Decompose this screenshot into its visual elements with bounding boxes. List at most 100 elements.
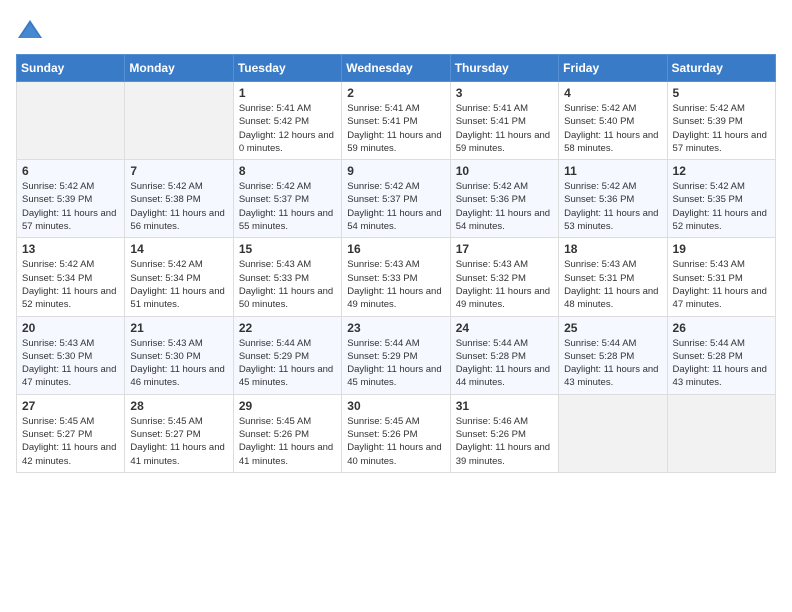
calendar-week-row: 13 Sunrise: 5:42 AM Sunset: 5:34 PM Dayli… — [17, 238, 776, 316]
calendar-day-cell: 16 Sunrise: 5:43 AM Sunset: 5:33 PM Dayli… — [342, 238, 450, 316]
calendar-day-cell: 14 Sunrise: 5:42 AM Sunset: 5:34 PM Dayli… — [125, 238, 233, 316]
calendar-day-cell: 22 Sunrise: 5:44 AM Sunset: 5:29 PM Dayli… — [233, 316, 341, 394]
weekday-header: Thursday — [450, 55, 558, 82]
day-info: Sunrise: 5:42 AM Sunset: 5:35 PM Dayligh… — [673, 180, 770, 233]
calendar-day-cell: 19Sunrise: 5:43 AM Sunset: 5:31 PM Dayli… — [667, 238, 775, 316]
day-number: 25 — [564, 321, 661, 335]
calendar-day-cell: 31Sunrise: 5:46 AM Sunset: 5:26 PM Dayli… — [450, 394, 558, 472]
weekday-header: Monday — [125, 55, 233, 82]
day-number: 14 — [130, 242, 227, 256]
logo-icon — [16, 16, 44, 44]
calendar-week-row: 6 Sunrise: 5:42 AM Sunset: 5:39 PM Daylig… — [17, 160, 776, 238]
day-number: 27 — [22, 399, 119, 413]
day-info: Sunrise: 5:46 AM Sunset: 5:26 PM Dayligh… — [456, 415, 553, 468]
day-info: Sunrise: 5:44 AM Sunset: 5:29 PM Dayligh… — [239, 337, 336, 390]
day-number: 15 — [239, 242, 336, 256]
day-info: Sunrise: 5:43 AM Sunset: 5:31 PM Dayligh… — [673, 258, 770, 311]
day-info: Sunrise: 5:45 AM Sunset: 5:26 PM Dayligh… — [347, 415, 444, 468]
calendar-day-cell: 23Sunrise: 5:44 AM Sunset: 5:29 PM Dayli… — [342, 316, 450, 394]
calendar-week-row: 1 Sunrise: 5:41 AM Sunset: 5:42 PM Daylig… — [17, 82, 776, 160]
calendar-day-cell: 11 Sunrise: 5:42 AM Sunset: 5:36 PM Dayli… — [559, 160, 667, 238]
page-header — [16, 16, 776, 44]
day-number: 24 — [456, 321, 553, 335]
day-info: Sunrise: 5:44 AM Sunset: 5:28 PM Dayligh… — [564, 337, 661, 390]
day-number: 20 — [22, 321, 119, 335]
day-info: Sunrise: 5:42 AM Sunset: 5:36 PM Dayligh… — [564, 180, 661, 233]
day-number: 7 — [130, 164, 227, 178]
calendar-day-cell: 15 Sunrise: 5:43 AM Sunset: 5:33 PM Dayli… — [233, 238, 341, 316]
day-info: Sunrise: 5:41 AM Sunset: 5:41 PM Dayligh… — [347, 102, 444, 155]
day-number: 16 — [347, 242, 444, 256]
day-info: Sunrise: 5:41 AM Sunset: 5:42 PM Dayligh… — [239, 102, 336, 155]
calendar-week-row: 27 Sunrise: 5:45 AM Sunset: 5:27 PM Dayli… — [17, 394, 776, 472]
day-number: 22 — [239, 321, 336, 335]
day-info: Sunrise: 5:43 AM Sunset: 5:32 PM Dayligh… — [456, 258, 553, 311]
calendar-day-cell: 13 Sunrise: 5:42 AM Sunset: 5:34 PM Dayli… — [17, 238, 125, 316]
calendar-day-cell — [17, 82, 125, 160]
calendar-day-cell: 28 Sunrise: 5:45 AM Sunset: 5:27 PM Dayli… — [125, 394, 233, 472]
day-info: Sunrise: 5:44 AM Sunset: 5:28 PM Dayligh… — [456, 337, 553, 390]
day-number: 23 — [347, 321, 444, 335]
day-info: Sunrise: 5:42 AM Sunset: 5:39 PM Dayligh… — [673, 102, 770, 155]
day-info: Sunrise: 5:42 AM Sunset: 5:40 PM Dayligh… — [564, 102, 661, 155]
day-info: Sunrise: 5:43 AM Sunset: 5:33 PM Dayligh… — [239, 258, 336, 311]
calendar-day-cell: 12 Sunrise: 5:42 AM Sunset: 5:35 PM Dayli… — [667, 160, 775, 238]
calendar-day-cell — [667, 394, 775, 472]
calendar-day-cell: 24 Sunrise: 5:44 AM Sunset: 5:28 PM Dayli… — [450, 316, 558, 394]
day-number: 21 — [130, 321, 227, 335]
day-number: 1 — [239, 86, 336, 100]
calendar-day-cell: 30Sunrise: 5:45 AM Sunset: 5:26 PM Dayli… — [342, 394, 450, 472]
day-info: Sunrise: 5:45 AM Sunset: 5:27 PM Dayligh… — [22, 415, 119, 468]
calendar-day-cell: 10 Sunrise: 5:42 AM Sunset: 5:36 PM Dayli… — [450, 160, 558, 238]
day-number: 8 — [239, 164, 336, 178]
day-number: 9 — [347, 164, 444, 178]
weekday-header-row: SundayMondayTuesdayWednesdayThursdayFrid… — [17, 55, 776, 82]
weekday-header: Saturday — [667, 55, 775, 82]
weekday-header: Friday — [559, 55, 667, 82]
day-info: Sunrise: 5:41 AM Sunset: 5:41 PM Dayligh… — [456, 102, 553, 155]
weekday-header: Tuesday — [233, 55, 341, 82]
day-info: Sunrise: 5:42 AM Sunset: 5:34 PM Dayligh… — [130, 258, 227, 311]
day-number: 29 — [239, 399, 336, 413]
day-number: 26 — [673, 321, 770, 335]
day-info: Sunrise: 5:43 AM Sunset: 5:30 PM Dayligh… — [22, 337, 119, 390]
day-info: Sunrise: 5:42 AM Sunset: 5:36 PM Dayligh… — [456, 180, 553, 233]
calendar-day-cell: 3Sunrise: 5:41 AM Sunset: 5:41 PM Daylig… — [450, 82, 558, 160]
day-number: 6 — [22, 164, 119, 178]
day-number: 12 — [673, 164, 770, 178]
day-number: 11 — [564, 164, 661, 178]
calendar-day-cell: 20 Sunrise: 5:43 AM Sunset: 5:30 PM Dayli… — [17, 316, 125, 394]
calendar-day-cell: 4 Sunrise: 5:42 AM Sunset: 5:40 PM Daylig… — [559, 82, 667, 160]
calendar-day-cell: 21 Sunrise: 5:43 AM Sunset: 5:30 PM Dayli… — [125, 316, 233, 394]
day-number: 10 — [456, 164, 553, 178]
calendar-day-cell — [125, 82, 233, 160]
day-info: Sunrise: 5:43 AM Sunset: 5:31 PM Dayligh… — [564, 258, 661, 311]
calendar-day-cell: 2 Sunrise: 5:41 AM Sunset: 5:41 PM Daylig… — [342, 82, 450, 160]
calendar-day-cell: 5Sunrise: 5:42 AM Sunset: 5:39 PM Daylig… — [667, 82, 775, 160]
calendar-day-cell — [559, 394, 667, 472]
calendar-day-cell: 27 Sunrise: 5:45 AM Sunset: 5:27 PM Dayli… — [17, 394, 125, 472]
day-info: Sunrise: 5:45 AM Sunset: 5:27 PM Dayligh… — [130, 415, 227, 468]
calendar-day-cell: 1 Sunrise: 5:41 AM Sunset: 5:42 PM Daylig… — [233, 82, 341, 160]
calendar-day-cell: 17Sunrise: 5:43 AM Sunset: 5:32 PM Dayli… — [450, 238, 558, 316]
day-number: 13 — [22, 242, 119, 256]
calendar-day-cell: 25 Sunrise: 5:44 AM Sunset: 5:28 PM Dayli… — [559, 316, 667, 394]
calendar-day-cell: 29 Sunrise: 5:45 AM Sunset: 5:26 PM Dayli… — [233, 394, 341, 472]
day-info: Sunrise: 5:45 AM Sunset: 5:26 PM Dayligh… — [239, 415, 336, 468]
day-number: 28 — [130, 399, 227, 413]
calendar-day-cell: 7Sunrise: 5:42 AM Sunset: 5:38 PM Daylig… — [125, 160, 233, 238]
weekday-header: Wednesday — [342, 55, 450, 82]
day-number: 2 — [347, 86, 444, 100]
day-info: Sunrise: 5:42 AM Sunset: 5:39 PM Dayligh… — [22, 180, 119, 233]
weekday-header: Sunday — [17, 55, 125, 82]
day-info: Sunrise: 5:44 AM Sunset: 5:28 PM Dayligh… — [673, 337, 770, 390]
day-info: Sunrise: 5:43 AM Sunset: 5:30 PM Dayligh… — [130, 337, 227, 390]
day-info: Sunrise: 5:43 AM Sunset: 5:33 PM Dayligh… — [347, 258, 444, 311]
calendar-week-row: 20 Sunrise: 5:43 AM Sunset: 5:30 PM Dayli… — [17, 316, 776, 394]
day-number: 4 — [564, 86, 661, 100]
day-info: Sunrise: 5:42 AM Sunset: 5:34 PM Dayligh… — [22, 258, 119, 311]
calendar-day-cell: 26 Sunrise: 5:44 AM Sunset: 5:28 PM Dayli… — [667, 316, 775, 394]
day-info: Sunrise: 5:42 AM Sunset: 5:37 PM Dayligh… — [347, 180, 444, 233]
calendar-day-cell: 6 Sunrise: 5:42 AM Sunset: 5:39 PM Daylig… — [17, 160, 125, 238]
calendar: SundayMondayTuesdayWednesdayThursdayFrid… — [16, 54, 776, 473]
